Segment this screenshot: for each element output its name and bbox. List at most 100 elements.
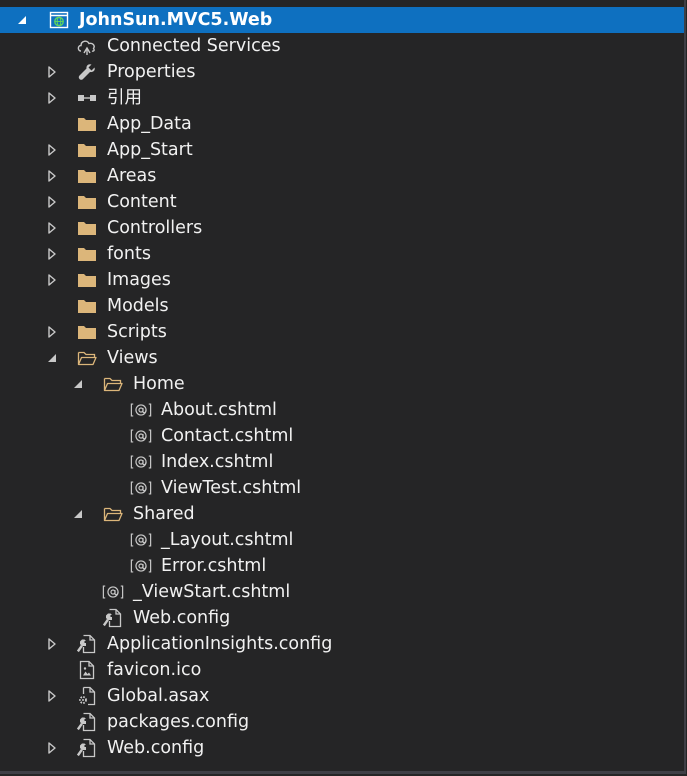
tree-item-label: About.cshtml xyxy=(161,400,277,420)
tree-item-label: Shared xyxy=(133,504,195,524)
razor-file-icon xyxy=(130,399,152,421)
tree-item-label: Images xyxy=(107,270,171,290)
tree-item-home[interactable]: Home xyxy=(0,371,684,397)
tree-item-fonts[interactable]: fonts xyxy=(0,241,684,267)
tree-item-about-cshtml[interactable]: About.cshtml xyxy=(0,397,684,423)
previous-item-cut-off xyxy=(0,0,684,5)
tree-item-label: App_Start xyxy=(107,140,193,160)
folder-icon xyxy=(76,113,98,135)
collapsed-arrow-icon[interactable] xyxy=(44,189,60,215)
folder-icon xyxy=(76,165,98,187)
folder-open-icon xyxy=(102,503,124,525)
folder-icon xyxy=(76,321,98,343)
collapsed-arrow-icon[interactable] xyxy=(44,267,60,293)
tree-item-shared[interactable]: Shared xyxy=(0,501,684,527)
tree-item-contact-cshtml[interactable]: Contact.cshtml xyxy=(0,423,684,449)
collapsed-arrow-icon[interactable] xyxy=(44,319,60,345)
tree-item-index-cshtml[interactable]: Index.cshtml xyxy=(0,449,684,475)
tree-item-error-cshtml[interactable]: Error.cshtml xyxy=(0,553,684,579)
tree-item-label: favicon.ico xyxy=(107,660,202,680)
tree-item-viewstart-cshtml[interactable]: _ViewStart.cshtml xyxy=(0,579,684,605)
razor-file-icon xyxy=(130,425,152,447)
tree-item-references[interactable]: 引用 xyxy=(0,85,684,111)
folder-icon xyxy=(76,191,98,213)
icon-file-icon xyxy=(76,659,98,681)
web-project-icon xyxy=(48,9,70,31)
collapsed-arrow-icon[interactable] xyxy=(44,241,60,267)
tree-item-content[interactable]: Content xyxy=(0,189,684,215)
tree-item-connected-services[interactable]: Connected Services xyxy=(0,33,684,59)
tree-item-label: Connected Services xyxy=(107,36,281,56)
folder-icon xyxy=(76,243,98,265)
tree-item-areas[interactable]: Areas xyxy=(0,163,684,189)
wrench-icon xyxy=(76,61,98,83)
tree-item-scripts[interactable]: Scripts xyxy=(0,319,684,345)
collapsed-arrow-icon[interactable] xyxy=(44,631,60,657)
tree-item-label: fonts xyxy=(107,244,151,264)
tree-item-views[interactable]: Views xyxy=(0,345,684,371)
tree-item-controllers[interactable]: Controllers xyxy=(0,215,684,241)
tree-item-packages-config[interactable]: packages.config xyxy=(0,709,684,735)
collapsed-arrow-icon[interactable] xyxy=(44,59,60,85)
folder-icon xyxy=(76,295,98,317)
folder-open-icon xyxy=(102,373,124,395)
collapsed-arrow-icon[interactable] xyxy=(44,163,60,189)
razor-file-icon xyxy=(130,529,152,551)
tree-item-label: Web.config xyxy=(107,738,205,758)
tree-item-layout-cshtml[interactable]: _Layout.cshtml xyxy=(0,527,684,553)
config-file-icon xyxy=(102,607,124,629)
expanded-triangle-icon[interactable] xyxy=(70,501,86,527)
collapsed-arrow-icon[interactable] xyxy=(44,683,60,709)
tree-item-images[interactable]: Images xyxy=(0,267,684,293)
references-icon xyxy=(76,87,98,109)
tree-item-app-start[interactable]: App_Start xyxy=(0,137,684,163)
config-file-icon xyxy=(76,737,98,759)
tree-item-label: ViewTest.cshtml xyxy=(161,478,302,498)
tree-item-label: App_Data xyxy=(107,114,192,134)
tree-item-label: Models xyxy=(107,296,169,316)
tree-item-label: Home xyxy=(133,374,185,394)
expanded-triangle-icon[interactable] xyxy=(70,371,86,397)
expanded-triangle-icon[interactable] xyxy=(44,345,60,371)
tree-item-label: Global.asax xyxy=(107,686,210,706)
tree-item-label: Controllers xyxy=(107,218,203,238)
tree-item-global-asax[interactable]: Global.asax xyxy=(0,683,684,709)
folder-open-icon xyxy=(76,347,98,369)
tree-item-applicationinsights-config[interactable]: ApplicationInsights.config xyxy=(0,631,684,657)
tree-item-viewtest-cshtml[interactable]: ViewTest.cshtml xyxy=(0,475,684,501)
project-node[interactable]: JohnSun.MVC5.Web xyxy=(0,7,684,33)
tree-item-label: Views xyxy=(107,348,158,368)
collapsed-arrow-icon[interactable] xyxy=(44,735,60,761)
config-file-icon xyxy=(76,711,98,733)
tree-item-properties[interactable]: Properties xyxy=(0,59,684,85)
folder-icon xyxy=(76,269,98,291)
razor-file-icon xyxy=(130,477,152,499)
expanded-triangle-icon[interactable] xyxy=(14,7,30,33)
collapsed-arrow-icon[interactable] xyxy=(44,215,60,241)
collapsed-arrow-icon[interactable] xyxy=(44,137,60,163)
tree-item-app-data[interactable]: App_Data xyxy=(0,111,684,137)
asax-file-icon xyxy=(76,685,98,707)
tree-item-web-config[interactable]: Web.config xyxy=(0,735,684,761)
collapsed-arrow-icon[interactable] xyxy=(44,85,60,111)
config-file-icon xyxy=(76,633,98,655)
tree-item-models[interactable]: Models xyxy=(0,293,684,319)
razor-file-icon xyxy=(130,555,152,577)
tree-item-label: Properties xyxy=(107,62,196,82)
razor-file-icon xyxy=(102,581,124,603)
connected-services-icon xyxy=(76,35,98,57)
project-label: JohnSun.MVC5.Web xyxy=(79,10,273,30)
tree-item-label: Error.cshtml xyxy=(161,556,267,576)
razor-file-icon xyxy=(130,451,152,473)
tree-item-favicon-ico[interactable]: favicon.ico xyxy=(0,657,684,683)
tree-item-label: Scripts xyxy=(107,322,167,342)
tree-item-web-config[interactable]: Web.config xyxy=(0,605,684,631)
tree-item-label: Content xyxy=(107,192,177,212)
folder-icon xyxy=(76,217,98,239)
folder-icon xyxy=(76,139,98,161)
tree-item-label: Index.cshtml xyxy=(161,452,274,472)
tree-item-label: _ViewStart.cshtml xyxy=(133,582,291,602)
tree-item-label: 引用 xyxy=(107,88,142,108)
tree-item-label: Contact.cshtml xyxy=(161,426,294,446)
tree-item-label: packages.config xyxy=(107,712,250,732)
